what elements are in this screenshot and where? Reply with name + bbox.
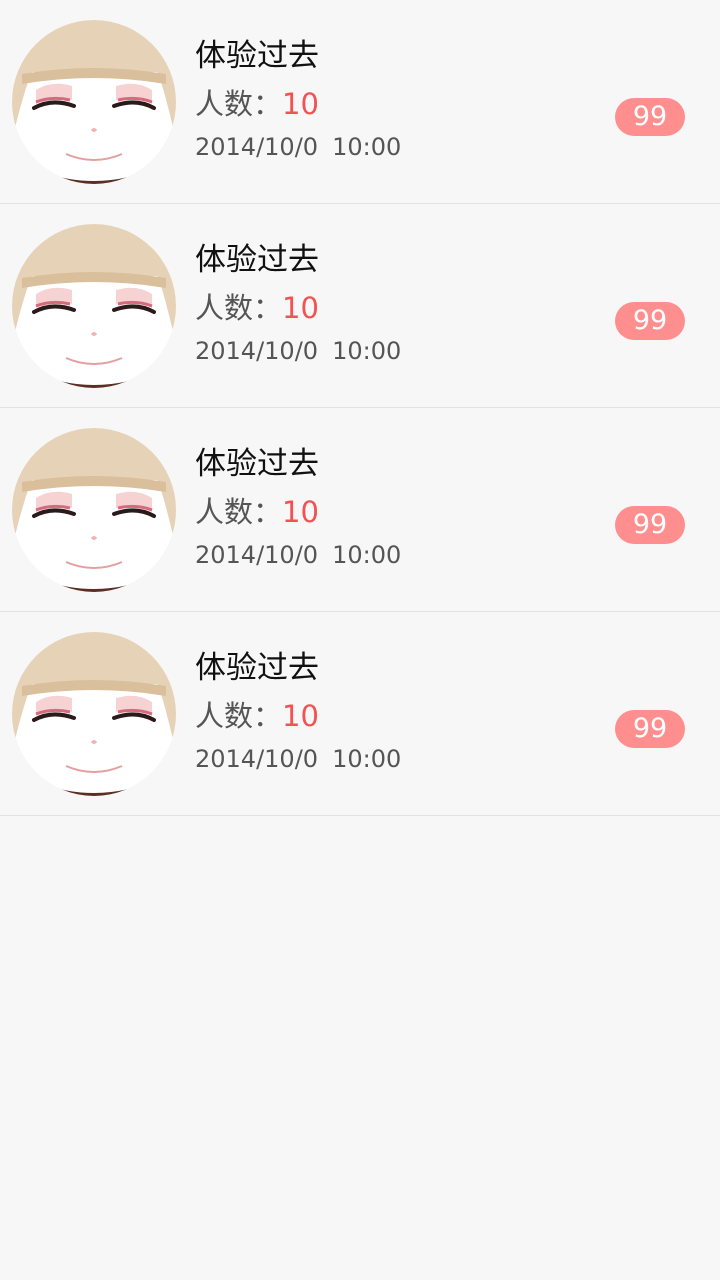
avatar [12,224,176,388]
count-value: 10 [282,495,319,529]
item-date: 2014/10/0 [195,541,319,569]
item-title: 体验过去 [195,38,319,74]
count-value: 10 [282,87,319,121]
participant-count: 人数：10 [195,696,319,736]
smiling-face-icon [12,632,176,796]
item-date: 2014/10/0 [195,337,319,365]
participant-count: 人数：10 [195,288,319,328]
item-time: 10:00 [332,337,402,365]
smiling-face-icon [12,428,176,592]
item-title: 体验过去 [195,446,319,482]
count-label: 人数： [195,699,283,733]
count-badge: 99 [615,710,685,748]
item-datetime: 2014/10/0 10:00 [195,536,401,574]
avatar [12,632,176,796]
item-title: 体验过去 [195,650,319,686]
count-label: 人数： [195,291,283,325]
smiling-face-icon [12,20,176,184]
item-time: 10:00 [332,745,402,773]
item-date: 2014/10/0 [195,133,319,161]
list-item[interactable]: 体验过去 人数：10 2014/10/0 10:00 99 [0,612,720,816]
item-datetime: 2014/10/0 10:00 [195,740,401,778]
participant-count: 人数：10 [195,84,319,124]
item-title: 体验过去 [195,242,319,278]
count-badge: 99 [615,506,685,544]
list-item[interactable]: 体验过去 人数：10 2014/10/0 10:00 99 [0,0,720,204]
count-badge: 99 [615,302,685,340]
item-time: 10:00 [332,541,402,569]
list-item[interactable]: 体验过去 人数：10 2014/10/0 10:00 99 [0,408,720,612]
item-datetime: 2014/10/0 10:00 [195,128,401,166]
item-date: 2014/10/0 [195,745,319,773]
event-list: 体验过去 人数：10 2014/10/0 10:00 99 体验过去 人数：10… [0,0,720,816]
participant-count: 人数：10 [195,492,319,532]
item-time: 10:00 [332,133,402,161]
count-label: 人数： [195,87,283,121]
list-item[interactable]: 体验过去 人数：10 2014/10/0 10:00 99 [0,204,720,408]
item-datetime: 2014/10/0 10:00 [195,332,401,370]
count-label: 人数： [195,495,283,529]
avatar [12,428,176,592]
smiling-face-icon [12,224,176,388]
count-value: 10 [282,699,319,733]
count-badge: 99 [615,98,685,136]
count-value: 10 [282,291,319,325]
avatar [12,20,176,184]
